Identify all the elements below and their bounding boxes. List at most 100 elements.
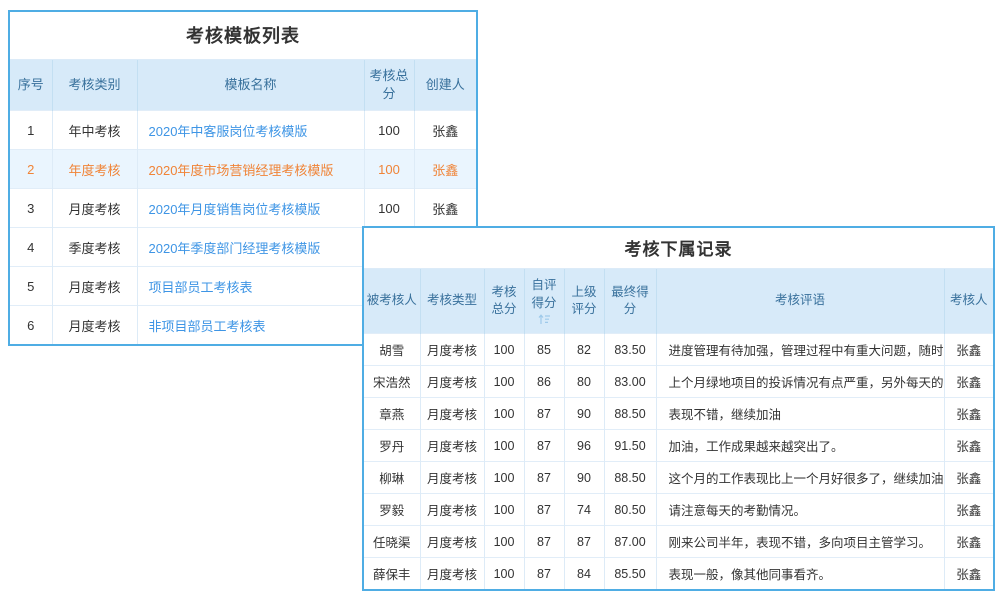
template-link[interactable]: 项目部员工考核表 [149,280,253,295]
cell-type: 月度考核 [420,462,484,494]
cell-person: 薛保丰 [364,558,420,590]
cell-person: 胡雪 [364,334,420,366]
records-table: 被考核人 考核类型 考核总分 自评得分 上级评分 最终得分 考核评语 考核人 胡… [364,269,993,589]
record-row: 胡雪月度考核100858283.50进度管理有待加强，管理过程中有重大问题，随时… [364,334,993,366]
template-list-title: 考核模板列表 [10,12,476,60]
record-row: 柳琳月度考核100879088.50这个月的工作表现比上一个月好很多了，继续加油… [364,462,993,494]
cell-no: 1 [10,111,52,150]
cell-no: 6 [10,306,52,345]
cell-category: 月度考核 [52,267,137,306]
cell-creator: 张鑫 [414,111,476,150]
cell-template-name: 2020年季度部门经理考核模版 [137,228,364,267]
records-panel: 考核下属记录 被考核人 考核类型 考核总分 自评得分 上级评分 最终得分 [362,226,995,591]
cell-template-name: 2020年度市场营销经理考核模版 [137,150,364,189]
col-header-name: 模板名称 [137,60,364,111]
cell-comment: 上个月绿地项目的投诉情况有点严重，另外每天的... [656,366,944,398]
cell-score: 100 [364,111,414,150]
cell-total: 100 [484,430,524,462]
col-header-comment: 考核评语 [656,269,944,334]
cell-creator: 张鑫 [414,189,476,228]
col-header-superior: 上级评分 [564,269,604,334]
record-row: 罗毅月度考核100877480.50请注意每天的考勤情况。张鑫 [364,494,993,526]
cell-superior-score: 82 [564,334,604,366]
record-row: 宋浩然月度考核100868083.00上个月绿地项目的投诉情况有点严重，另外每天… [364,366,993,398]
cell-superior-score: 96 [564,430,604,462]
template-link[interactable]: 非项目部员工考核表 [149,319,266,334]
record-row: 章燕月度考核100879088.50表现不错，继续加油张鑫 [364,398,993,430]
col-header-category: 考核类别 [52,60,137,111]
cell-superior-score: 90 [564,462,604,494]
cell-score: 100 [364,189,414,228]
cell-template-name: 非项目部员工考核表 [137,306,364,345]
cell-superior-score: 84 [564,558,604,590]
cell-final-score: 83.00 [604,366,656,398]
cell-comment: 表现不错，继续加油 [656,398,944,430]
col-header-creator: 创建人 [414,60,476,111]
cell-category: 月度考核 [52,189,137,228]
template-row[interactable]: 2年度考核2020年度市场营销经理考核模版100张鑫 [10,150,476,189]
cell-total: 100 [484,462,524,494]
col-header-type: 考核类型 [420,269,484,334]
cell-total: 100 [484,494,524,526]
cell-comment: 刚来公司半年，表现不错，多向项目主管学习。 [656,526,944,558]
cell-final-score: 85.50 [604,558,656,590]
col-header-assessor: 考核人 [944,269,993,334]
cell-total: 100 [484,398,524,430]
cell-superior-score: 80 [564,366,604,398]
template-row[interactable]: 1年中考核2020年中客服岗位考核模版100张鑫 [10,111,476,150]
col-header-score: 考核总分 [364,60,414,111]
template-link[interactable]: 2020年月度销售岗位考核模版 [149,202,321,217]
cell-self-score: 85 [524,334,564,366]
cell-type: 月度考核 [420,494,484,526]
record-row: 薛保丰月度考核100878485.50表现一般，像其他同事看齐。张鑫 [364,558,993,590]
cell-total: 100 [484,558,524,590]
cell-assessor: 张鑫 [944,558,993,590]
template-link[interactable]: 2020年中客服岗位考核模版 [149,124,308,139]
cell-final-score: 87.00 [604,526,656,558]
cell-type: 月度考核 [420,366,484,398]
cell-assessor: 张鑫 [944,494,993,526]
template-header-row: 序号 考核类别 模板名称 考核总分 创建人 [10,60,476,111]
cell-category: 年度考核 [52,150,137,189]
cell-score: 100 [364,150,414,189]
cell-person: 柳琳 [364,462,420,494]
cell-type: 月度考核 [420,334,484,366]
cell-superior-score: 74 [564,494,604,526]
cell-no: 3 [10,189,52,228]
col-header-no: 序号 [10,60,52,111]
cell-total: 100 [484,334,524,366]
cell-person: 任晓渠 [364,526,420,558]
cell-assessor: 张鑫 [944,398,993,430]
cell-type: 月度考核 [420,398,484,430]
template-link[interactable]: 2020年度市场营销经理考核模版 [149,163,334,178]
col-header-self-score-label: 自评得分 [531,278,556,310]
cell-comment: 加油，工作成果越来越突出了。 [656,430,944,462]
cell-final-score: 83.50 [604,334,656,366]
records-header-row: 被考核人 考核类型 考核总分 自评得分 上级评分 最终得分 考核评语 考核人 [364,269,993,334]
cell-template-name: 项目部员工考核表 [137,267,364,306]
cell-category: 月度考核 [52,306,137,345]
col-header-total: 考核总分 [484,269,524,334]
template-link[interactable]: 2020年季度部门经理考核模版 [149,241,321,256]
records-title: 考核下属记录 [364,228,993,269]
cell-assessor: 张鑫 [944,334,993,366]
cell-self-score: 87 [524,526,564,558]
cell-self-score: 87 [524,430,564,462]
record-row: 任晓渠月度考核100878787.00刚来公司半年，表现不错，多向项目主管学习。… [364,526,993,558]
col-header-self-score: 自评得分 [524,269,564,334]
cell-self-score: 87 [524,462,564,494]
cell-final-score: 88.50 [604,398,656,430]
template-row[interactable]: 3月度考核 2020年月度销售岗位考核模版 100张鑫 [10,189,476,228]
cell-person: 罗毅 [364,494,420,526]
cell-comment: 表现一般，像其他同事看齐。 [656,558,944,590]
cell-comment: 这个月的工作表现比上一个月好很多了，继续加油！ [656,462,944,494]
sort-icon[interactable] [538,314,551,325]
cell-creator: 张鑫 [414,150,476,189]
cell-total: 100 [484,526,524,558]
cell-superior-score: 87 [564,526,604,558]
cell-person: 罗丹 [364,430,420,462]
cell-self-score: 87 [524,558,564,590]
cell-comment: 请注意每天的考勤情况。 [656,494,944,526]
cell-no: 5 [10,267,52,306]
cell-category: 季度考核 [52,228,137,267]
